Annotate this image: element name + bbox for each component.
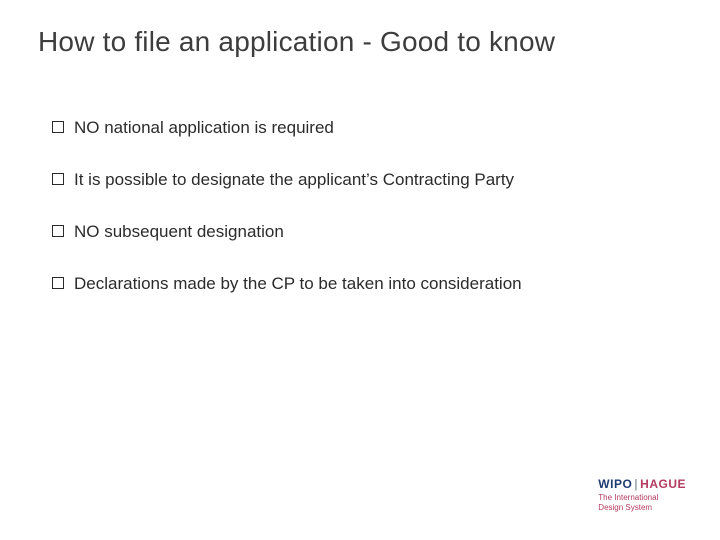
logo-top-line: WIPO|HAGUE xyxy=(598,478,686,492)
logo-subtitle-line2: Design System xyxy=(598,503,686,512)
wipo-hague-logo: WIPO|HAGUE The International Design Syst… xyxy=(598,478,686,512)
list-item-text: NO national application is required xyxy=(74,118,334,138)
square-bullet-icon xyxy=(52,173,64,185)
list-item: NO subsequent designation xyxy=(52,222,680,242)
page-title: How to file an application - Good to kno… xyxy=(38,26,555,58)
slide: How to file an application - Good to kno… xyxy=(0,0,720,540)
list-item: Declarations made by the CP to be taken … xyxy=(52,274,680,294)
list-item: It is possible to designate the applican… xyxy=(52,170,680,190)
logo-wipo-text: WIPO xyxy=(598,477,632,491)
list-item-text: Declarations made by the CP to be taken … xyxy=(74,274,522,294)
list-item-text: It is possible to designate the applican… xyxy=(74,170,514,190)
bullet-list: NO national application is required It i… xyxy=(52,118,680,326)
logo-hague-text: HAGUE xyxy=(640,477,686,491)
square-bullet-icon xyxy=(52,225,64,237)
list-item: NO national application is required xyxy=(52,118,680,138)
square-bullet-icon xyxy=(52,121,64,133)
logo-subtitle-line1: The International xyxy=(598,493,686,502)
list-item-text: NO subsequent designation xyxy=(74,222,284,242)
square-bullet-icon xyxy=(52,277,64,289)
logo-separator: | xyxy=(634,477,638,491)
